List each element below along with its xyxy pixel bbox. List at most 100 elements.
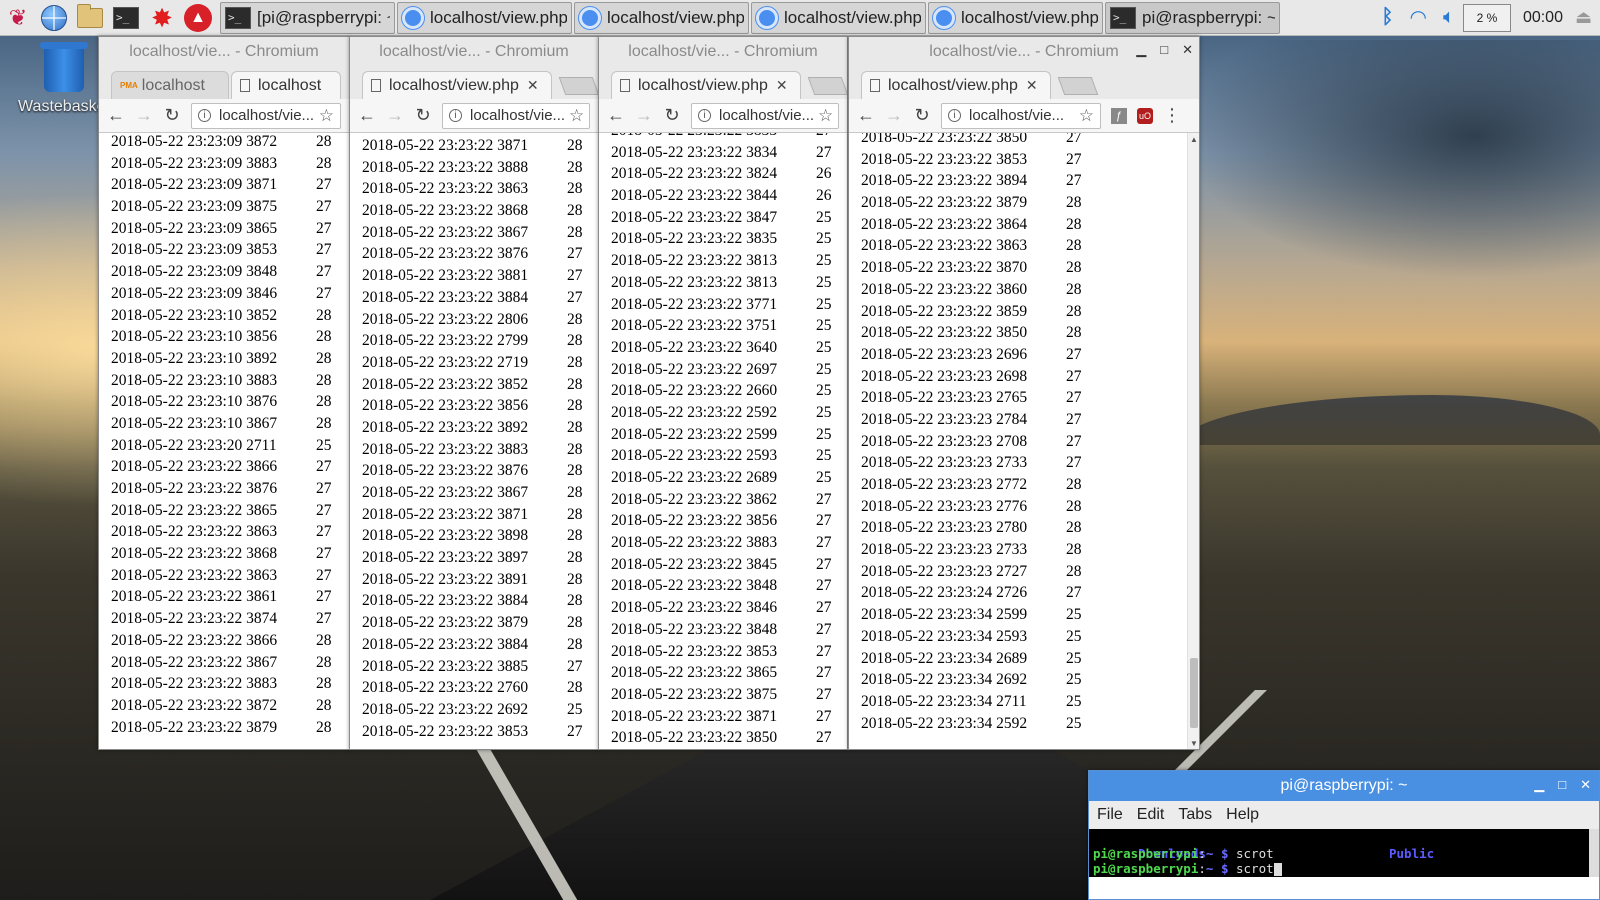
row-value: 25 — [1066, 714, 1082, 732]
clock[interactable]: 00:00 — [1523, 9, 1563, 27]
scroll-up-icon[interactable]: ▲ — [1190, 135, 1198, 144]
row-timestamp-id: 2018-05-22 23:23:23 2765 — [861, 389, 1028, 407]
back-button[interactable]: ← — [358, 105, 376, 126]
forward-button[interactable]: → — [635, 105, 653, 126]
address-bar[interactable]: i localhost/vie... ☆ — [691, 102, 839, 129]
table-row: 2018-05-22 23:23:22 2799 28 — [362, 330, 597, 352]
row-value: 28 — [567, 549, 583, 567]
tab-view[interactable]: localhost/view.php ✕ — [861, 71, 1051, 99]
forward-button[interactable]: → — [885, 105, 903, 126]
ublock-icon[interactable]: uO — [1137, 107, 1153, 124]
row-timestamp-id: 2018-05-22 23:23:22 3846 — [611, 599, 778, 617]
row-value: 25 — [1066, 627, 1082, 645]
address-bar[interactable]: i localhost/vie... ☆ — [941, 102, 1101, 129]
row-value: 25 — [816, 208, 832, 226]
reload-button[interactable]: ↻ — [663, 105, 681, 126]
menu-help[interactable]: Help — [1226, 806, 1259, 824]
page-content[interactable]: 2018-05-22 23:23:22 3833272018-05-22 23:… — [599, 133, 847, 749]
row-timestamp-id: 2018-05-22 23:23:23 2708 — [861, 432, 1028, 450]
page-content[interactable]: 2018-05-22 23:23:22 3850 27 2018-05-22 23:… — [849, 133, 1199, 749]
tab-view[interactable]: localhost — [231, 71, 341, 99]
row-timestamp-id: 2018-05-22 23:23:22 3875 — [611, 685, 778, 703]
table-row: 2018-05-22 23:23:22 3863 28 — [861, 235, 1096, 257]
volume-icon[interactable]: 🔈︎ — [1443, 6, 1455, 29]
reload-button[interactable]: ↻ — [163, 105, 181, 126]
mathematica-launcher[interactable]: ✸ — [144, 0, 180, 36]
bookmark-star-icon[interactable]: ☆ — [315, 106, 334, 126]
back-button[interactable]: ← — [857, 105, 875, 126]
info-icon[interactable]: i — [948, 109, 961, 122]
tab-close-icon[interactable]: ✕ — [776, 77, 788, 94]
tab-view[interactable]: localhost/view.php ✕ — [362, 71, 552, 99]
maximize-icon[interactable]: □ — [1160, 42, 1168, 58]
task-chromium-4[interactable]: localhost/view.php... — [928, 1, 1103, 34]
back-button[interactable]: ← — [607, 105, 625, 126]
terminal-scrollbar[interactable] — [1589, 829, 1599, 877]
address-bar[interactable]: i localhost/vie... ☆ — [442, 102, 590, 129]
eject-icon[interactable]: ⏏ — [1575, 7, 1592, 28]
task-chromium-2[interactable]: localhost/view.php... — [574, 1, 749, 34]
tab-view[interactable]: localhost/view.php ✕ — [611, 71, 801, 99]
minimize-icon[interactable]: ▁ — [1534, 777, 1544, 793]
close-icon[interactable]: ✕ — [1182, 42, 1193, 58]
menu-tabs[interactable]: Tabs — [1178, 806, 1212, 824]
window-titlebar[interactable]: localhost/vie... - Chromium ▁ □ ✕ — [849, 37, 1199, 67]
info-icon[interactable]: i — [449, 109, 462, 122]
cpu-monitor[interactable]: 2 % — [1462, 3, 1511, 32]
address-bar[interactable]: i localhost/vie... ☆ — [191, 102, 341, 129]
tab-close-icon[interactable]: ✕ — [1026, 77, 1038, 94]
back-button[interactable]: ← — [107, 105, 125, 126]
window-titlebar[interactable]: localhost/vie... - Chromium — [599, 37, 847, 67]
row-timestamp-id: 2018-05-22 23:23:22 3871 — [362, 137, 529, 154]
vertical-scrollbar[interactable]: ▲ ▼ — [1187, 133, 1199, 749]
file-manager-launcher[interactable] — [72, 0, 108, 36]
window-controls: ▁ □ ✕ — [1136, 42, 1193, 58]
task-terminal-1[interactable]: >_ [pi@raspberrypi: ~ — [220, 1, 395, 34]
close-icon[interactable]: ✕ — [1580, 777, 1591, 793]
new-tab-button[interactable] — [558, 77, 598, 95]
wolfram-launcher[interactable]: ▲ — [180, 0, 216, 36]
extension-icon[interactable]: ƒ — [1111, 107, 1127, 124]
page-content[interactable]: 2018-05-22 23:23:22 3871 28 2018-05-22 23:… — [350, 133, 598, 749]
forward-button[interactable]: → — [135, 105, 153, 126]
task-terminal-2[interactable]: >_ pi@raspberrypi: ~ — [1105, 1, 1280, 34]
window-titlebar[interactable]: localhost/vie... - Chromium — [99, 37, 349, 67]
terminal-output[interactable]: Downloads Public pi@raspberrypi:~ $ scrot… — [1089, 829, 1599, 877]
row-value: 28 — [316, 393, 332, 411]
tab-phpmyadmin[interactable]: PMA localhost — [111, 71, 229, 99]
forward-button[interactable]: → — [386, 105, 404, 126]
maximize-icon[interactable]: □ — [1558, 777, 1566, 793]
task-chromium-1[interactable]: localhost/view.php... — [397, 1, 572, 34]
row-timestamp-id: 2018-05-22 23:23:23 2733 — [861, 541, 1028, 559]
info-icon[interactable]: i — [698, 109, 711, 122]
bookmark-star-icon[interactable]: ☆ — [1075, 106, 1094, 126]
task-chromium-3[interactable]: localhost/view.php... — [751, 1, 926, 34]
info-icon[interactable]: i — [198, 109, 211, 122]
menu-edit[interactable]: Edit — [1137, 806, 1165, 824]
reload-button[interactable]: ↻ — [913, 105, 931, 126]
menu-icon[interactable]: ⋮ — [1163, 105, 1181, 126]
table-row: 2018-05-22 23:23:22 3848 27 — [611, 575, 846, 597]
wifi-icon[interactable]: ◠ — [1409, 5, 1426, 30]
table-row: 2018-05-22 23:23:22 3888 28 — [362, 157, 597, 179]
scroll-down-icon[interactable]: ▼ — [1190, 739, 1198, 748]
table-row: 2018-05-22 23:23:22 3850 28 — [861, 322, 1096, 344]
new-tab-button[interactable] — [807, 77, 847, 95]
window-titlebar[interactable]: localhost/vie... - Chromium — [350, 37, 598, 67]
data-rows: 2018-05-22 23:23:22 3850 27 2018-05-22 23:… — [861, 133, 1096, 734]
bookmark-star-icon[interactable]: ☆ — [565, 106, 584, 126]
web-browser-launcher[interactable] — [36, 0, 72, 36]
terminal-launcher[interactable]: >_ — [108, 0, 144, 36]
new-tab-button[interactable] — [1057, 77, 1099, 95]
menu-launcher[interactable]: ❦ — [0, 0, 36, 36]
bookmark-star-icon[interactable]: ☆ — [814, 106, 833, 126]
menu-file[interactable]: File — [1097, 806, 1123, 824]
page-content[interactable]: 2018-05-22 23:23:09 3872 28 2018-05-22 23:… — [99, 133, 349, 749]
bluetooth-icon[interactable]: ᛒ — [1381, 6, 1393, 29]
minimize-icon[interactable]: ▁ — [1136, 42, 1146, 58]
reload-button[interactable]: ↻ — [414, 105, 432, 126]
tab-close-icon[interactable]: ✕ — [527, 77, 539, 94]
scroll-thumb[interactable] — [1190, 658, 1198, 728]
tab-label: localhost/view.php — [638, 76, 768, 94]
terminal-titlebar[interactable]: pi@raspberrypi: ~ ▁ □ ✕ — [1089, 771, 1599, 801]
